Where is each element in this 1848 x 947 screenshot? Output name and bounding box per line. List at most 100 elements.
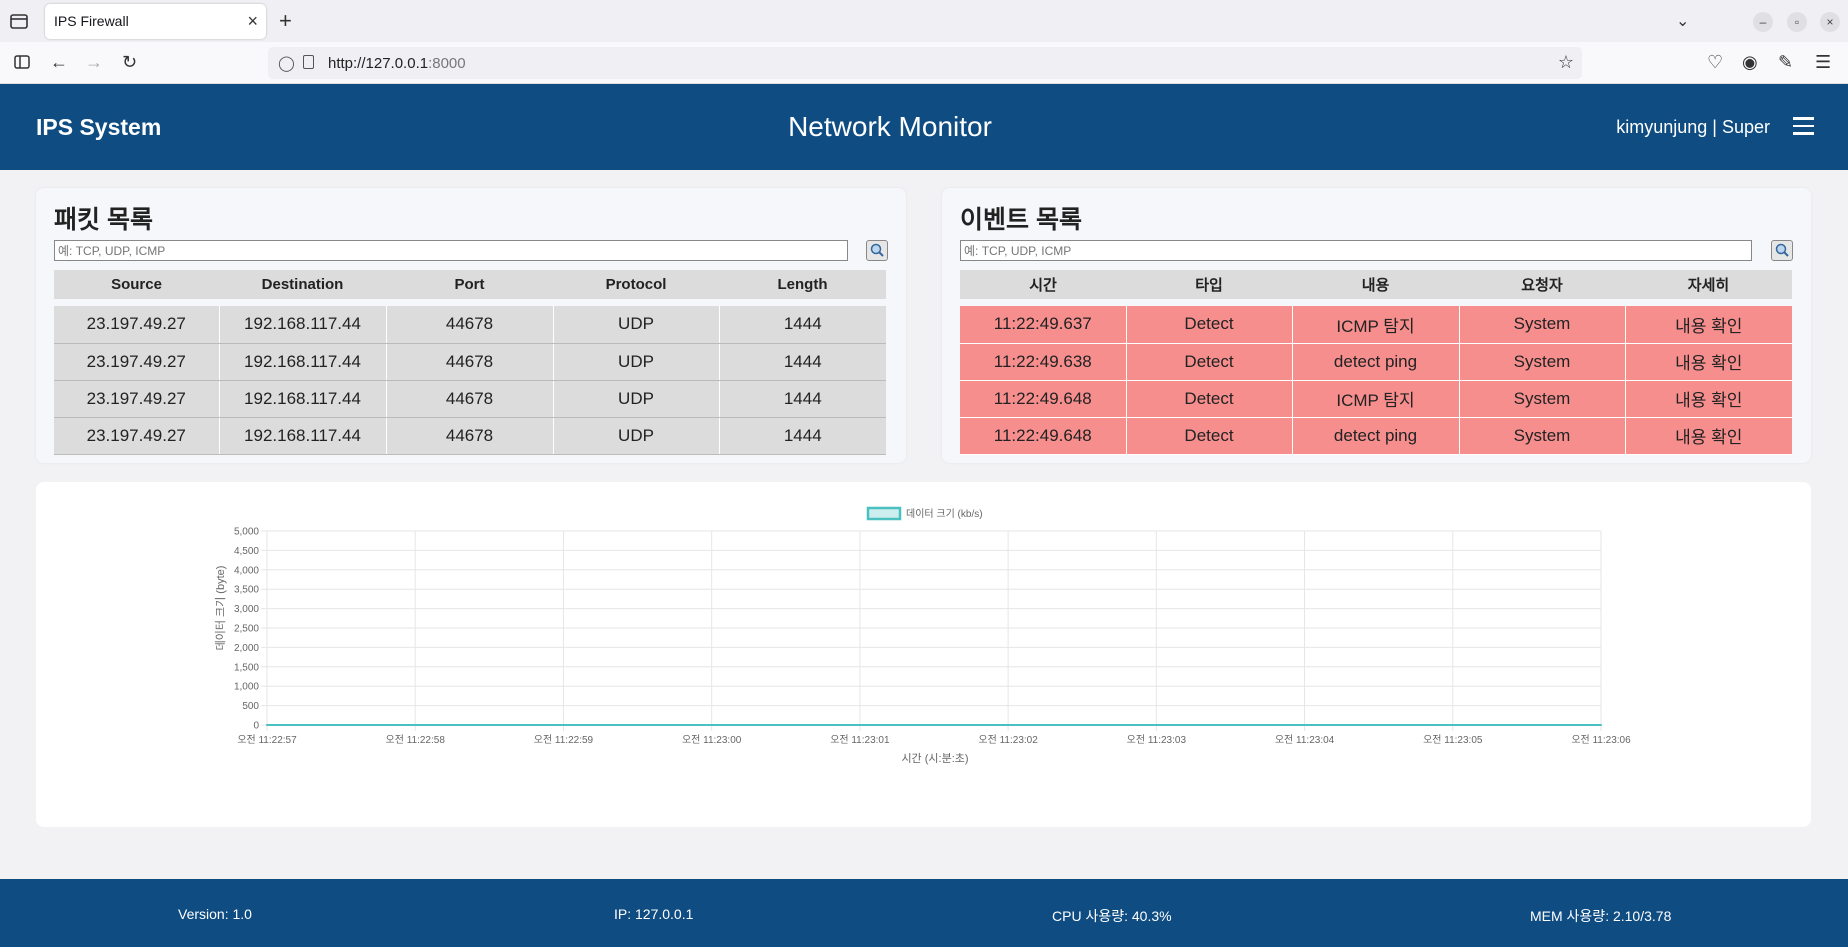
table-cell: 11:22:49.638 xyxy=(960,343,1126,381)
legend-label: 데이터 크기 (kb/s) xyxy=(906,508,983,520)
detail-link[interactable]: 내용 확인 xyxy=(1624,417,1792,455)
event-search-input[interactable] xyxy=(960,240,1752,261)
page-title: Network Monitor xyxy=(788,111,992,142)
data-point[interactable] xyxy=(1600,724,1602,726)
star-icon[interactable]: ☆ xyxy=(1558,52,1574,73)
table-cell: Detect xyxy=(1125,343,1292,381)
table-cell: System xyxy=(1458,343,1625,381)
column-header[interactable]: Protocol xyxy=(553,270,719,299)
column-header[interactable]: 내용 xyxy=(1292,270,1459,299)
table-cell: UDP xyxy=(552,417,719,455)
table-cell: 1444 xyxy=(718,306,886,344)
column-header[interactable]: 자세히 xyxy=(1625,270,1792,299)
table-row[interactable]: 23.197.49.27 192.168.117.44 44678 UDP 14… xyxy=(54,343,886,381)
back-icon[interactable]: ← xyxy=(50,52,68,72)
y-tick-label: 3,500 xyxy=(234,585,259,596)
data-point[interactable] xyxy=(1451,724,1454,726)
data-point[interactable] xyxy=(858,724,861,726)
packet-search-input[interactable] xyxy=(54,240,848,261)
table-cell: Detect xyxy=(1125,417,1292,455)
url-text[interactable]: http://127.0.0.1:8000 xyxy=(328,55,466,72)
column-header[interactable]: 타입 xyxy=(1126,270,1292,299)
column-header[interactable]: 요청자 xyxy=(1459,270,1625,299)
y-tick-label: 1,000 xyxy=(234,682,259,693)
table-cell: System xyxy=(1458,306,1625,344)
reload-icon[interactable]: ↻ xyxy=(122,52,137,72)
table-row[interactable]: 11:22:49.648 Detect ICMP 탐지 System 내용 확인 xyxy=(960,380,1792,418)
packet-search-button[interactable] xyxy=(866,240,888,261)
y-tick-label: 2,500 xyxy=(234,624,259,635)
data-point[interactable] xyxy=(710,724,713,726)
url-bar[interactable]: ◯ http://127.0.0.1:8000 ☆ xyxy=(268,47,1582,79)
event-list-title: 이벤트 목록 xyxy=(960,206,1082,234)
tab-list-icon[interactable] xyxy=(9,12,29,30)
browser-tab[interactable]: IPS Firewall × xyxy=(45,4,266,39)
browser-nav-bar: ← → ↻ ◯ http://127.0.0.1:8000 ☆ ♡ ◉ ✎ ☰ xyxy=(0,42,1848,84)
forward-icon[interactable]: → xyxy=(85,52,103,72)
table-row[interactable]: 11:22:49.648 Detect detect ping System 내… xyxy=(960,417,1792,455)
chart-series xyxy=(266,724,1602,726)
menu-icon[interactable] xyxy=(1793,117,1814,135)
event-search-row xyxy=(960,240,1793,262)
page-icon[interactable] xyxy=(303,55,314,69)
sidebar-icon[interactable] xyxy=(14,55,30,69)
table-row[interactable]: 11:22:49.638 Detect detect ping System 내… xyxy=(960,343,1792,381)
table-cell: 11:22:49.648 xyxy=(960,417,1126,455)
user-info[interactable]: kimyunjung | Super xyxy=(1616,117,1770,138)
account-icon[interactable]: ◉ xyxy=(1742,52,1758,72)
detail-link[interactable]: 내용 확인 xyxy=(1624,306,1792,344)
minimize-icon[interactable]: – xyxy=(1753,12,1773,32)
event-search-button[interactable] xyxy=(1771,240,1793,261)
close-icon[interactable]: × xyxy=(247,11,258,31)
table-cell: 23.197.49.27 xyxy=(54,306,219,344)
column-header[interactable]: Destination xyxy=(219,270,386,299)
x-tick-label: 오전 11:23:04 xyxy=(1275,734,1335,746)
data-point[interactable] xyxy=(562,724,565,726)
table-cell: 192.168.117.44 xyxy=(218,306,386,344)
packet-table: Source Destination Port Protocol Length … xyxy=(54,270,886,455)
column-header[interactable]: 시간 xyxy=(960,270,1126,299)
packet-search-row xyxy=(54,240,888,262)
detail-link[interactable]: 내용 확인 xyxy=(1624,380,1792,418)
table-cell: Detect xyxy=(1125,306,1292,344)
table-cell: 23.197.49.27 xyxy=(54,380,219,418)
packet-list-panel: 패킷 목록 Source Destination Port Protocol L… xyxy=(36,188,906,463)
table-cell: 44678 xyxy=(385,380,553,418)
table-cell: System xyxy=(1458,417,1625,455)
table-row[interactable]: 11:22:49.637 Detect ICMP 탐지 System 내용 확인 xyxy=(960,306,1792,344)
column-header[interactable]: Source xyxy=(54,270,219,299)
data-point[interactable] xyxy=(1303,724,1306,726)
window-close-icon[interactable]: × xyxy=(1820,12,1840,32)
column-header[interactable]: Port xyxy=(386,270,553,299)
x-tick-label: 오전 11:23:00 xyxy=(682,734,742,746)
chart-legend[interactable]: 데이터 크기 (kb/s) xyxy=(866,506,983,521)
new-tab-button[interactable]: + xyxy=(279,8,292,34)
detail-link[interactable]: 내용 확인 xyxy=(1624,343,1792,381)
table-cell: 1444 xyxy=(718,380,886,418)
y-tick-label: 4,500 xyxy=(234,546,259,557)
column-header[interactable]: Length xyxy=(719,270,886,299)
hamburger-icon[interactable]: ☰ xyxy=(1815,52,1831,72)
y-axis-ticks: 5,000 4,500 4,000 3,500 3,000 2,500 2,000 1,500… xyxy=(234,527,259,732)
x-tick-label: 오전 11:23:01 xyxy=(830,734,890,746)
mem-usage: MEM 사용량: 2.10/3.78 xyxy=(1530,908,1672,924)
shield-icon[interactable]: ◯ xyxy=(278,54,295,72)
table-row[interactable]: 23.197.49.27 192.168.117.44 44678 UDP 14… xyxy=(54,417,886,455)
table-row[interactable]: 23.197.49.27 192.168.117.44 44678 UDP 14… xyxy=(54,306,886,344)
data-point[interactable] xyxy=(414,724,417,726)
table-row[interactable]: 23.197.49.27 192.168.117.44 44678 UDP 14… xyxy=(54,380,886,418)
data-point[interactable] xyxy=(1007,724,1010,726)
table-cell: 44678 xyxy=(385,306,553,344)
x-tick-label: 오전 11:23:06 xyxy=(1571,734,1631,746)
data-point[interactable] xyxy=(266,724,268,726)
chevron-down-icon[interactable]: ⌄ xyxy=(1676,11,1689,31)
pocket-icon[interactable]: ♡ xyxy=(1707,52,1723,72)
data-point[interactable] xyxy=(1155,724,1158,726)
traffic-chart-panel: 5,000 4,500 4,000 3,500 3,000 2,500 2,000 1,500… xyxy=(36,482,1811,827)
table-cell: 1444 xyxy=(718,417,886,455)
table-cell: 44678 xyxy=(385,343,553,381)
table-cell: 11:22:49.637 xyxy=(960,306,1126,344)
table-cell: Detect xyxy=(1125,380,1292,418)
extensions-icon[interactable]: ✎ xyxy=(1778,52,1793,72)
restore-icon[interactable]: ▫ xyxy=(1787,12,1807,32)
